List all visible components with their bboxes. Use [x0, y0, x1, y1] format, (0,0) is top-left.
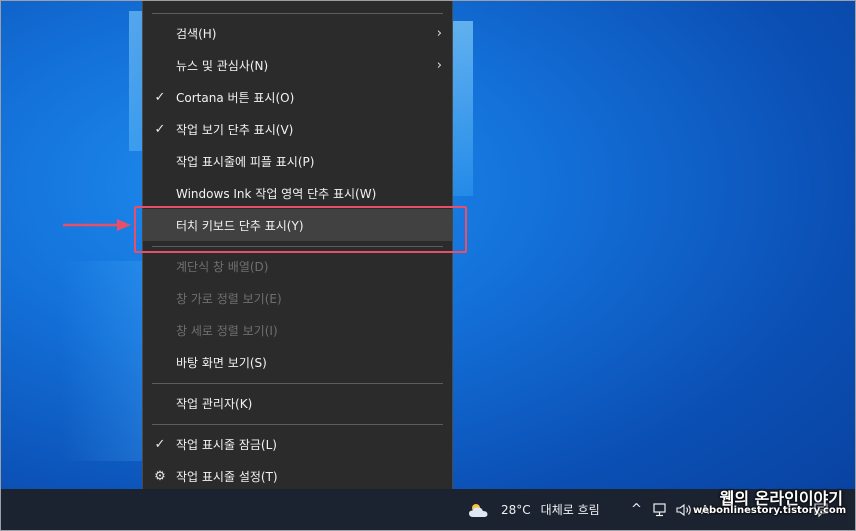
desktop: 검색(H) › 뉴스 및 관심사(N) › ✓ Cortana 버튼 표시(O)… [0, 0, 856, 531]
menu-item-label: 바탕 화면 보기(S) [176, 355, 267, 370]
annotation-arrow-icon [63, 219, 131, 231]
cloud-sun-icon [469, 503, 488, 517]
menu-item-label: Cortana 버튼 표시(O) [176, 90, 295, 105]
network-icon-glyph [653, 502, 666, 516]
menu-item-cascade-windows: 계단식 창 배열(D) [143, 250, 452, 282]
weather-temperature: 28°C [501, 502, 531, 517]
annotation-highlight-box [134, 206, 467, 253]
menu-item-label: 작업 표시줄 설정(T) [176, 469, 278, 484]
menu-item-label: 계단식 창 배열(D) [176, 259, 269, 274]
menu-item-label: 작업 표시줄 잠금(L) [176, 437, 277, 452]
menu-item-label: 검색(H) [176, 26, 217, 41]
menu-item-news-interests[interactable]: 뉴스 및 관심사(N) › [143, 49, 452, 81]
checkmark-icon: ✓ [154, 121, 166, 137]
speaker-icon [676, 503, 691, 516]
menu-item-show-windows-ink[interactable]: Windows Ink 작업 영역 단추 표시(W) [143, 177, 452, 209]
menu-item-lock-taskbar[interactable]: ✓ 작업 표시줄 잠금(L) [143, 428, 452, 460]
menu-item-label: 작업 표시줄에 피플 표시(P) [176, 154, 315, 169]
menu-item-stack-windows: 창 가로 정렬 보기(E) [143, 282, 452, 314]
menu-item-show-people[interactable]: 작업 표시줄에 피플 표시(P) [143, 145, 452, 177]
network-icon[interactable] [653, 489, 669, 530]
weather-widget[interactable]: 28°C 대체로 흐림 [467, 489, 600, 530]
menu-item-show-desktop[interactable]: 바탕 화면 보기(S) [143, 346, 452, 378]
menu-separator [152, 383, 443, 384]
chevron-right-icon: › [436, 25, 442, 41]
menu-item-label: 창 가로 정렬 보기(E) [176, 291, 282, 306]
menu-item-side-by-side: 창 세로 정렬 보기(I) [143, 314, 452, 346]
menu-item-label: 작업 관리자(K) [176, 396, 253, 411]
menu-item-show-cortana[interactable]: ✓ Cortana 버튼 표시(O) [143, 81, 452, 113]
menu-item-label: 뉴스 및 관심사(N) [176, 58, 269, 73]
menu-separator [152, 424, 443, 425]
tray-overflow-button[interactable]: ^ [631, 489, 642, 530]
weather-condition: 대체로 흐림 [540, 503, 600, 517]
checkmark-icon: ✓ [154, 436, 166, 452]
watermark-url: webonlinestory.tistory.com [693, 505, 847, 516]
menu-item-search[interactable]: 검색(H) › [143, 17, 452, 49]
chevron-up-icon: ^ [631, 502, 642, 517]
chevron-right-icon: › [436, 57, 442, 73]
menu-item-label: Windows Ink 작업 영역 단추 표시(W) [176, 186, 377, 201]
menu-item-label: 창 세로 정렬 보기(I) [176, 323, 278, 338]
menu-item-taskbar-settings[interactable]: ⚙ 작업 표시줄 설정(T) [143, 460, 452, 492]
menu-separator [152, 13, 443, 14]
gear-icon: ⚙ [154, 468, 166, 484]
menu-item-task-manager[interactable]: 작업 관리자(K) [143, 387, 452, 419]
menu-item-show-task-view[interactable]: ✓ 작업 보기 단추 표시(V) [143, 113, 452, 145]
wallpaper-light-beam [61, 261, 151, 461]
menu-item-label: 작업 보기 단추 표시(V) [176, 122, 294, 137]
volume-icon[interactable] [676, 489, 694, 530]
checkmark-icon: ✓ [154, 89, 166, 105]
